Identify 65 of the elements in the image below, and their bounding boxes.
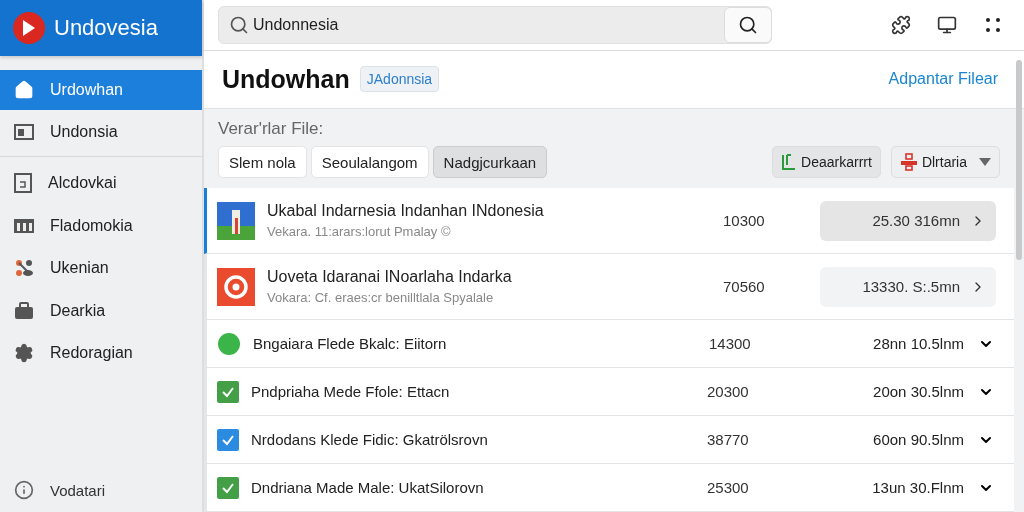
filter-chip[interactable]: Slem nola <box>218 146 307 178</box>
document-icon <box>14 173 32 193</box>
header-link[interactable]: Adpantar Filear <box>888 70 998 89</box>
filter-chip[interactable]: Nadgjcurkaan <box>432 146 548 178</box>
app-logo <box>12 11 46 45</box>
row-title: Dndriana Made Male: UkatSilorovn <box>251 479 485 496</box>
list-row[interactable]: Pndpriaha Mede Ffole: Ettacn 20300 20on 30.5lnm <box>204 368 1014 416</box>
bag-icon <box>14 301 34 320</box>
tag: JAdonnsia <box>359 66 440 93</box>
list-row[interactable]: Ukabal Indarnesia Indanhan INdonesia Vekara. 11:arars:lorut Pmalay © 10300 25.30 316mn <box>204 188 1014 254</box>
value-button[interactable]: 13330. S:.5mn <box>820 266 996 307</box>
row-count: 10300 <box>723 212 766 229</box>
puzzle-icon <box>891 14 911 35</box>
info-icon <box>14 480 34 500</box>
panel-icon <box>14 123 34 140</box>
landscape-thumbnail-icon <box>217 201 255 240</box>
export-icon <box>781 153 798 171</box>
row-value: 28nn 10.5lnm <box>873 335 964 352</box>
sidebar-item[interactable]: Undonsia <box>0 111 202 153</box>
home-icon <box>14 80 34 100</box>
filter-label: Verar'rlar File: <box>218 119 325 139</box>
row-count: 20300 <box>707 383 750 400</box>
sidebar-item[interactable]: Urdowhan <box>0 70 202 110</box>
target-icon <box>217 267 255 306</box>
row-value: 13un 30.Flnm <box>872 479 964 496</box>
list-row[interactable]: Bngaiara Flede Bkalc: Eiitorn 14300 28nn 10.5lnm <box>204 320 1014 368</box>
sidebar-item[interactable]: Alcdovkai <box>0 163 202 204</box>
page-title: Undowhan <box>222 64 350 94</box>
row-count: 38770 <box>707 431 750 448</box>
caret-icon <box>979 158 991 166</box>
sidebar-item[interactable]: Dearkia <box>0 290 202 332</box>
search-button[interactable] <box>724 6 772 43</box>
search-field[interactable]: Undonnesia <box>218 5 772 44</box>
row-title: Bngaiara Flede Bkalc: Eiitorn <box>253 335 448 352</box>
settings-icon <box>14 343 34 363</box>
row-value: 60on 90.5lnm <box>873 431 964 448</box>
nodes-icon <box>14 259 34 277</box>
network-icon <box>899 153 918 171</box>
value-button[interactable]: 25.30 316mn <box>820 200 996 241</box>
list-row[interactable]: Uoveta Idaranai INoarlaha Indarka Vokara: Cf. eraes:cr benilltlala Spyalale 70560 13330. S:.5mn <box>204 254 1014 320</box>
row-value: 20on 30.5lnm <box>873 383 964 400</box>
search-icon <box>229 14 249 35</box>
row-count: 14300 <box>709 335 752 352</box>
row-count: 70560 <box>723 278 766 295</box>
row-title: Pndpriaha Mede Ffole: Ettacn <box>251 383 451 400</box>
list-row[interactable]: Dndriana Made Male: UkatSilorovn 25300 13un 30.Flnm <box>204 464 1014 512</box>
row-subtitle: Vekara. 11:arars:lorut Pmalay © <box>267 224 452 239</box>
search-icon <box>738 14 758 35</box>
row-subtitle: Vokara: Cf. eraes:cr benilltlala Spyalale <box>267 290 495 305</box>
app-name: Undovesia <box>54 15 158 41</box>
monitor-icon <box>937 14 957 35</box>
sidebar-item[interactable]: Ukenian <box>0 248 202 289</box>
filter-chip[interactable]: Seoulalangom <box>310 146 429 178</box>
sidebar-item[interactable]: Redoragian <box>0 333 202 374</box>
action-button[interactable]: Deaarkarrrt <box>772 146 881 178</box>
row-title: Nrdodans Klede Fidic: Gkatrölsrovn <box>251 431 489 448</box>
scrollbar[interactable] <box>1016 60 1022 260</box>
row-count: 25300 <box>707 479 750 496</box>
row-title: Ukabal Indarnesia Indanhan INdonesia <box>267 202 545 220</box>
chart-icon <box>14 218 34 233</box>
sidebar-item[interactable]: Vodatari <box>0 468 202 512</box>
action-button[interactable]: Dlrtaria <box>890 146 1000 178</box>
row-title: Uoveta Idaranai INoarlaha Indarka <box>267 268 513 286</box>
list-row[interactable]: Nrdodans Klede Fidic: Gkatrölsrovn 38770 60on 90.5lnm <box>204 416 1014 464</box>
sidebar-item[interactable]: Fladomokia <box>0 205 202 247</box>
